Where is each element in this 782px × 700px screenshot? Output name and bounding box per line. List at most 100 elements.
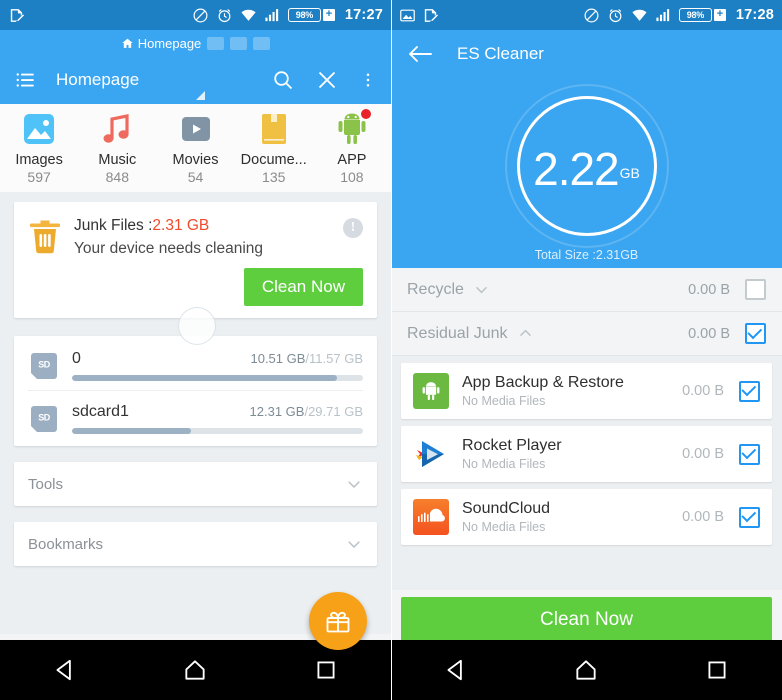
group-checkbox[interactable] <box>745 323 766 344</box>
tab-ghost-3[interactable] <box>253 36 271 50</box>
chevron-up-icon[interactable] <box>517 325 534 342</box>
left-phone-panel: 98% + 17:27 Homepage Homepage Images 597… <box>0 0 391 700</box>
category-count: 135 <box>262 169 286 185</box>
category-images[interactable]: Images 597 <box>0 110 78 185</box>
left-status-bar: 98% + 17:27 <box>0 0 391 30</box>
wifi-icon <box>241 9 256 21</box>
tab-ghost-1[interactable] <box>207 36 225 50</box>
group-checkbox[interactable] <box>745 279 766 300</box>
close-icon[interactable] <box>315 68 339 92</box>
junk-files-card[interactable]: Junk Files :2.31 GB Your device needs cl… <box>14 202 377 318</box>
home-pentagon-icon[interactable] <box>573 657 599 683</box>
junk-size-gauge: 2.22 GB Total Size :2.31GB <box>391 78 782 268</box>
status-bar-notifications <box>8 7 192 24</box>
storage-total: /29.71 GB <box>304 404 363 419</box>
group-size: 0.00 B <box>688 281 730 298</box>
back-arrow-icon[interactable] <box>407 43 433 65</box>
category-count: 54 <box>187 169 204 185</box>
storage-progress-bar <box>72 428 363 434</box>
alarm-icon <box>218 8 231 22</box>
junk-group-list: Recycle 0.00 B Residual Junk 0.00 B App … <box>391 268 782 590</box>
app-name: SoundCloud <box>462 500 551 517</box>
clean-now-button[interactable]: Clean Now <box>243 268 363 306</box>
category-count: 848 <box>105 169 129 185</box>
screenshot-root: 98% + 17:27 Homepage Homepage Images 597… <box>0 0 782 700</box>
app-size: 0.00 B <box>682 446 724 462</box>
recents-square-icon[interactable] <box>313 657 339 683</box>
search-icon[interactable] <box>271 68 295 92</box>
back-triangle-icon[interactable] <box>52 657 78 683</box>
category-music[interactable]: Music 848 <box>78 110 156 185</box>
storage-name: 0 <box>72 350 81 367</box>
category-app[interactable]: APP 108 <box>313 108 391 185</box>
recents-square-icon[interactable] <box>704 657 730 683</box>
status-bar-notifications <box>399 7 583 24</box>
home-pentagon-icon[interactable] <box>182 657 208 683</box>
gift-fab-button[interactable] <box>309 592 367 650</box>
rocket-player-icon <box>413 436 449 472</box>
android-app-icon <box>413 373 449 409</box>
panel-divider <box>391 0 392 700</box>
gauge-ring: 2.22 GB <box>516 96 657 236</box>
cleaner-app-bar: ES Cleaner <box>391 30 782 78</box>
group-label: Recycle <box>407 280 464 298</box>
storage-progress-bar <box>72 375 363 381</box>
app-subtitle: No Media Files <box>462 520 546 534</box>
gauge-value: 2.22 <box>533 143 620 195</box>
storage-total: /11.57 GB <box>305 351 363 366</box>
chevron-down-icon[interactable] <box>473 281 490 298</box>
app-checkbox[interactable] <box>739 506 760 528</box>
info-icon[interactable]: ! <box>343 218 363 238</box>
bookmarks-label: Bookmarks <box>28 535 104 553</box>
group-label: Residual Junk <box>407 324 508 342</box>
battery-level: 98% <box>686 10 705 20</box>
signal-icon <box>265 8 279 21</box>
chevron-down-icon <box>348 481 360 489</box>
category-count: 108 <box>340 169 364 185</box>
gauge-caption: Total Size :2.31GB <box>534 248 639 262</box>
list-menu-icon[interactable] <box>14 69 38 91</box>
group-row-recycle[interactable]: Recycle 0.00 B <box>391 268 782 312</box>
trash-icon <box>30 220 60 254</box>
cleaner-title: ES Cleaner <box>457 44 544 63</box>
tools-row[interactable]: Tools <box>14 462 377 506</box>
category-label: Images <box>15 152 63 168</box>
category-movies[interactable]: Movies 54 <box>156 110 234 185</box>
wifi-icon <box>632 9 647 21</box>
group-row-residual-junk[interactable]: Residual Junk 0.00 B <box>391 312 782 356</box>
category-label: Music <box>98 152 137 168</box>
clean-now-button[interactable]: Clean Now <box>401 597 772 643</box>
tab-strip: Homepage <box>0 30 391 56</box>
right-system-nav-bar <box>391 640 782 700</box>
app-checkbox[interactable] <box>739 443 760 465</box>
gift-icon <box>326 611 350 633</box>
music-icon <box>98 110 136 148</box>
category-documents[interactable]: Docume... 135 <box>235 110 313 185</box>
app-name: App Backup & Restore <box>462 374 624 391</box>
tab-homepage[interactable]: Homepage <box>121 35 202 51</box>
back-triangle-icon[interactable] <box>443 657 469 683</box>
tab-homepage-label: Homepage <box>137 35 202 51</box>
app-row[interactable]: SoundCloud No Media Files 0.00 B <box>401 489 772 545</box>
home-icon <box>122 38 133 48</box>
resize-handle-icon <box>196 91 205 100</box>
storage-row[interactable]: SD sdcard1 12.31 GB/29.71 GB <box>28 390 363 434</box>
app-row[interactable]: Rocket Player No Media Files 0.00 B <box>401 426 772 482</box>
image-icon <box>20 110 58 148</box>
movie-icon <box>177 110 215 148</box>
overflow-menu-icon[interactable] <box>359 68 377 92</box>
sd-card-icon: SD <box>31 353 57 379</box>
tab-ghost-2[interactable] <box>230 36 248 50</box>
storage-card: SD 0 10.51 GB/11.57 GB SD sdcard1 12.31 … <box>14 336 377 446</box>
note-edit-icon <box>424 8 439 22</box>
no-disturb-icon <box>584 8 599 22</box>
category-shortcuts: Images 597 Music 848 Movies 54 Docume...… <box>0 104 391 192</box>
app-checkbox[interactable] <box>739 380 760 402</box>
app-size: 0.00 B <box>682 509 724 525</box>
app-row[interactable]: App Backup & Restore No Media Files 0.00… <box>401 363 772 419</box>
gallery-icon <box>400 9 415 21</box>
category-label: APP <box>337 152 367 168</box>
app-update-badge <box>359 108 372 120</box>
right-status-bar: 98% + 17:28 <box>391 0 782 30</box>
bookmarks-row[interactable]: Bookmarks <box>14 522 377 566</box>
